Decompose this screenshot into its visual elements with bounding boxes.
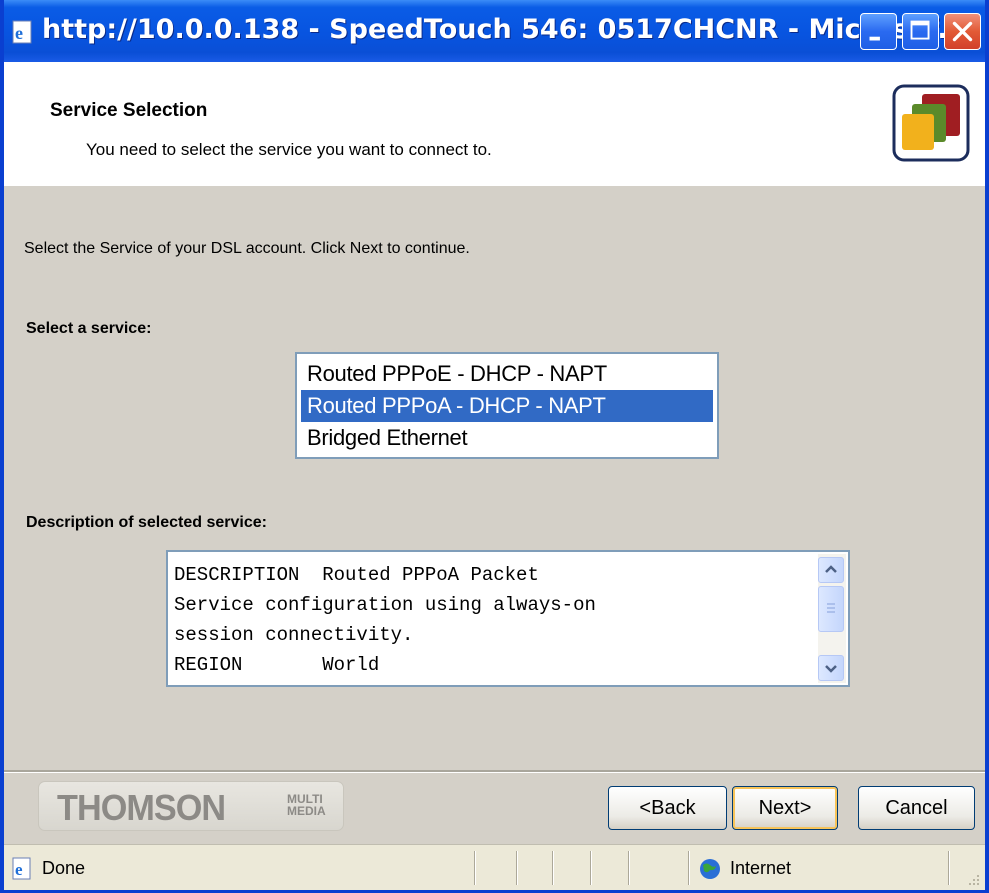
description-content: DESCRIPTION Routed PPPoA Packet Service c… <box>174 560 814 680</box>
status-divider <box>948 851 950 885</box>
service-option-pppoa[interactable]: Routed PPPoA - DHCP - NAPT <box>301 390 713 422</box>
minimize-icon <box>869 36 880 41</box>
scroll-thumb[interactable] <box>818 586 844 632</box>
description-label: Description of selected service: <box>26 514 267 531</box>
wizard-header: Service Selection You need to select the… <box>4 62 985 186</box>
security-zone-text: Internet <box>730 858 792 878</box>
status-text: Done <box>42 858 86 878</box>
ie-page-icon: e <box>12 20 32 44</box>
status-divider <box>474 851 476 885</box>
page-subtitle: You need to select the service you want … <box>86 140 492 159</box>
grip-lines-icon <box>827 603 835 613</box>
status-divider <box>688 851 690 885</box>
service-option-bridged[interactable]: Bridged Ethernet <box>301 422 713 454</box>
status-divider <box>628 851 630 885</box>
status-divider <box>590 851 592 885</box>
status-divider <box>516 851 518 885</box>
status-bar: e Done Internet <box>4 844 985 890</box>
ie-page-icon: e <box>12 857 31 880</box>
page-title: Service Selection <box>50 100 208 121</box>
description-textarea[interactable]: DESCRIPTION Routed PPPoA Packet Service c… <box>166 550 850 687</box>
next-button[interactable]: Next> <box>732 786 838 830</box>
brand-sub-bottom: MEDIA <box>287 804 326 818</box>
close-button[interactable] <box>944 13 981 50</box>
browser-window: e http://10.0.0.138 - SpeedTouch 546: 05… <box>0 0 989 893</box>
maximize-button[interactable] <box>902 13 939 50</box>
description-line: REGION World <box>174 654 380 676</box>
description-scrollbar[interactable] <box>818 554 846 683</box>
svg-text:e: e <box>15 860 23 879</box>
back-button[interactable]: <Back <box>608 786 727 830</box>
description-line: session connectivity. <box>174 624 414 646</box>
resize-grip-icon[interactable] <box>965 871 981 887</box>
cancel-button[interactable]: Cancel <box>858 786 975 830</box>
service-option-pppoe[interactable]: Routed PPPoE - DHCP - NAPT <box>301 358 713 390</box>
svg-text:e: e <box>15 23 23 43</box>
chevron-up-icon <box>825 565 837 573</box>
maximize-icon <box>910 20 930 40</box>
scroll-down-button[interactable] <box>818 655 844 681</box>
brand-multimedia: MULTI MEDIA <box>287 793 331 817</box>
instruction-text: Select the Service of your DSL account. … <box>24 240 470 257</box>
minimize-button[interactable] <box>860 13 897 50</box>
description-line: Service configuration using always-on <box>174 594 596 616</box>
internet-globe-icon <box>700 859 720 879</box>
footer-divider-highlight <box>4 772 985 773</box>
service-listbox[interactable]: Routed PPPoE - DHCP - NAPT Routed PPPoA … <box>295 352 719 459</box>
description-line: DESCRIPTION Routed PPPoA Packet <box>174 564 539 586</box>
thomson-logo: THOMSON MULTI MEDIA <box>38 781 344 831</box>
close-icon <box>952 21 973 42</box>
chevron-down-icon <box>825 665 837 673</box>
status-divider <box>552 851 554 885</box>
window-title: http://10.0.0.138 - SpeedTouch 546: 0517… <box>42 14 969 45</box>
title-bar[interactable]: e http://10.0.0.138 - SpeedTouch 546: 05… <box>4 0 985 62</box>
brand-name: THOMSON <box>57 787 226 828</box>
speedtouch-logo-icon <box>892 84 970 162</box>
select-service-label: Select a service: <box>26 320 152 337</box>
scroll-up-button[interactable] <box>818 557 844 583</box>
